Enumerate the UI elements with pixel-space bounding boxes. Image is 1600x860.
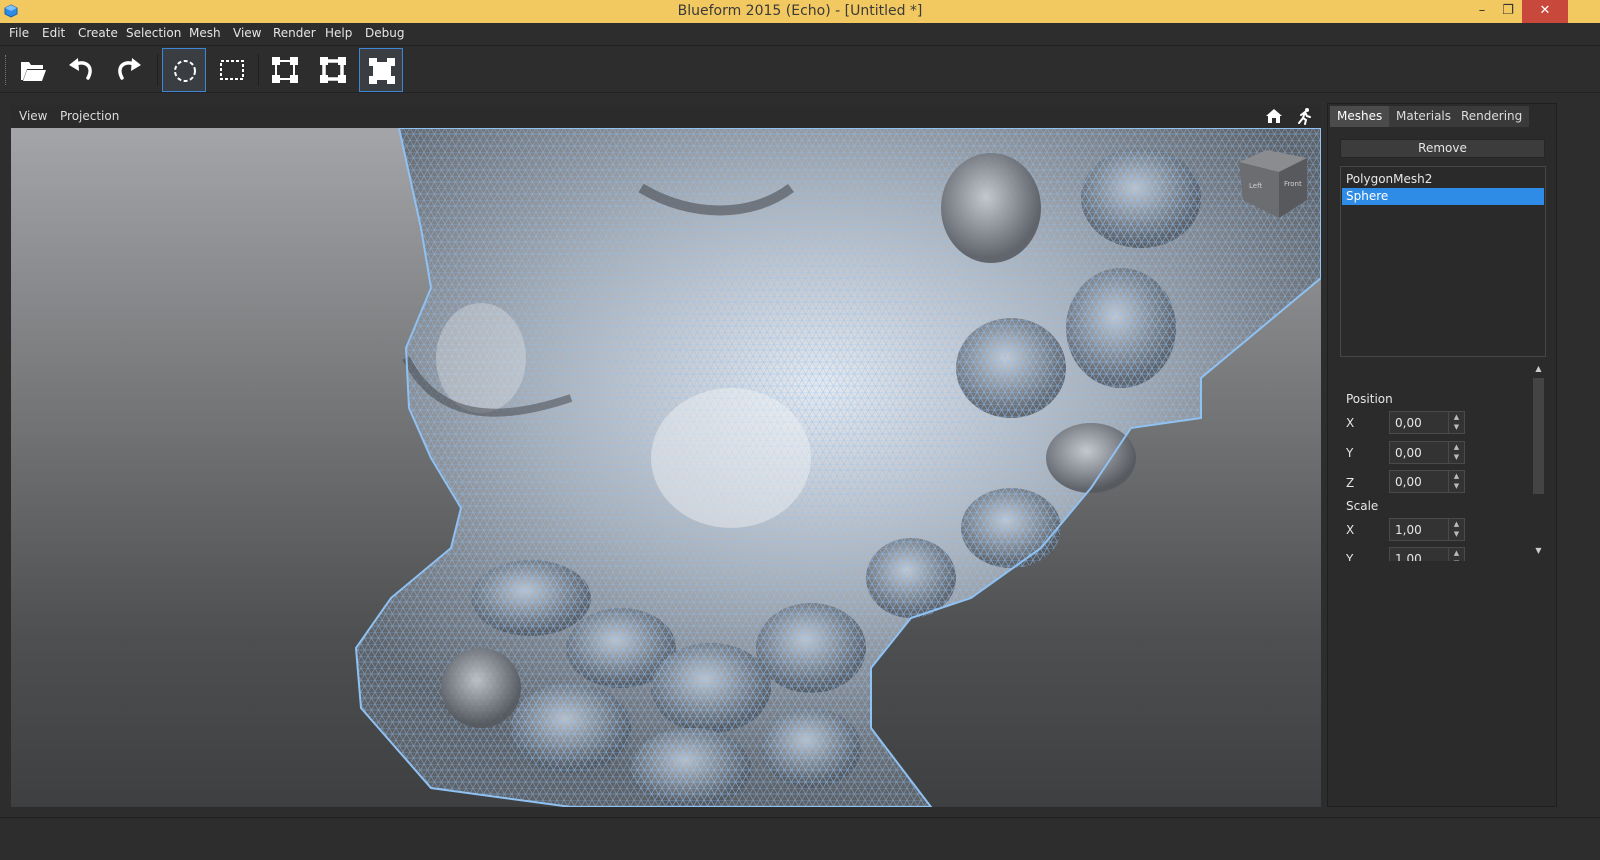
folder-icon: [21, 62, 46, 81]
position-z-value: 0,00: [1395, 475, 1422, 489]
properties-panel: Meshes Materials Rendering Remove Polygo…: [1327, 103, 1557, 807]
spin-arrows-icon[interactable]: ▲▼: [1448, 471, 1464, 492]
viewport-header: View Projection: [11, 105, 1321, 128]
main-toolbar: [0, 45, 1600, 93]
menu-file[interactable]: File: [9, 26, 29, 40]
viewport-menu-projection[interactable]: Projection: [60, 109, 119, 123]
home-icon[interactable]: [1265, 107, 1283, 125]
menu-view[interactable]: View: [233, 26, 261, 40]
vertex-mode-icon: [272, 57, 298, 83]
toolbar-grip[interactable]: [5, 55, 8, 85]
lasso-select-icon: [174, 60, 196, 82]
position-y-label: Y: [1346, 446, 1354, 460]
viewport-menu-view[interactable]: View: [19, 109, 47, 123]
scale-y-label: Y: [1346, 552, 1354, 561]
lasso-select-button[interactable]: [162, 48, 206, 92]
menu-create[interactable]: Create: [78, 26, 118, 40]
face-mode-icon: [369, 58, 395, 84]
menu-bar: File Edit Create Selection Mesh View Ren…: [0, 23, 1600, 45]
mesh-render: [354, 128, 1321, 807]
scale-x-spinbox[interactable]: 1,00 ▲ ▼: [1389, 518, 1465, 541]
title-bar: Blueform 2015 (Echo) - [Untitled *] – ❐ …: [0, 0, 1600, 23]
close-button[interactable]: ✕: [1522, 0, 1568, 23]
restore-button[interactable]: ❐: [1494, 0, 1522, 23]
menu-selection[interactable]: Selection: [126, 26, 181, 40]
position-x-value: 0,00: [1395, 416, 1422, 430]
tab-materials[interactable]: Materials: [1389, 106, 1459, 127]
menu-debug[interactable]: Debug: [365, 26, 404, 40]
scale-x-label: X: [1346, 523, 1355, 537]
position-x-spinbox[interactable]: 0,00 ▲ ▼: [1389, 411, 1465, 434]
edge-mode-icon: [320, 57, 346, 83]
tab-rendering[interactable]: Rendering: [1454, 106, 1530, 127]
properties-scrollbar[interactable]: ▲ ▼: [1532, 364, 1545, 560]
scroll-down-icon[interactable]: ▼: [1532, 546, 1545, 555]
redo-button[interactable]: [107, 48, 151, 92]
scale-x-value: 1,00: [1395, 523, 1422, 537]
menu-edit[interactable]: Edit: [42, 26, 65, 40]
scale-y-value: 1,00: [1395, 552, 1422, 561]
toolbar-separator: [258, 54, 259, 86]
menu-render[interactable]: Render: [273, 26, 316, 40]
spin-arrows-icon[interactable]: ▲▼: [1448, 412, 1464, 433]
scroll-up-icon[interactable]: ▲: [1532, 364, 1545, 373]
scrollbar-thumb[interactable]: [1533, 378, 1544, 494]
undo-button[interactable]: [59, 48, 103, 92]
scale-y-spinbox[interactable]: 1,00 ▲▼: [1389, 547, 1465, 561]
mesh-list[interactable]: PolygonMesh2 Sphere: [1340, 166, 1546, 357]
position-z-spinbox[interactable]: 0,00 ▲ ▼: [1389, 470, 1465, 493]
menu-mesh[interactable]: Mesh: [189, 26, 221, 40]
spin-arrows-icon[interactable]: ▲▼: [1448, 519, 1464, 540]
position-label: Position: [1346, 392, 1393, 406]
open-folder-button[interactable]: [11, 48, 55, 92]
window-title: Blueform 2015 (Echo) - [Untitled *]: [677, 3, 923, 19]
toolbar-separator: [157, 54, 158, 86]
vertex-mode-button[interactable]: [263, 48, 307, 92]
spin-arrows-icon[interactable]: ▲▼: [1448, 548, 1464, 561]
position-y-value: 0,00: [1395, 446, 1422, 460]
rectangle-select-button[interactable]: [210, 48, 254, 92]
list-item-sphere[interactable]: Sphere: [1342, 188, 1544, 205]
rectangle-select-icon: [220, 60, 244, 80]
list-item-polygonmesh2[interactable]: PolygonMesh2: [1342, 171, 1544, 188]
tab-meshes[interactable]: Meshes: [1330, 106, 1390, 127]
menu-help[interactable]: Help: [325, 26, 352, 40]
undo-icon: [69, 58, 92, 80]
edge-mode-button[interactable]: [311, 48, 355, 92]
position-y-spinbox[interactable]: 0,00 ▲ ▼: [1389, 441, 1465, 464]
view-cube-front-label: Front: [1284, 180, 1302, 188]
status-bar: [0, 817, 1600, 843]
view-cube[interactable]: Left Front: [1233, 146, 1313, 224]
position-z-label: Z: [1346, 476, 1355, 490]
scale-label: Scale: [1346, 499, 1379, 513]
minimize-button[interactable]: –: [1468, 0, 1496, 23]
walk-icon[interactable]: [1295, 107, 1313, 125]
transform-properties: Position X 0,00 ▲ ▼ Y 0,00 ▲ ▼ Z 0,00 ▲ ▼ S…: [1340, 366, 1546, 561]
position-x-label: X: [1346, 416, 1355, 430]
remove-button[interactable]: Remove: [1340, 139, 1545, 158]
redo-icon: [118, 58, 141, 80]
spin-arrows-icon[interactable]: ▲▼: [1448, 442, 1464, 463]
3d-viewport[interactable]: Left Front: [11, 128, 1321, 807]
view-cube-left-label: Left: [1249, 182, 1262, 190]
panel-tabs: Meshes Materials Rendering: [1328, 104, 1558, 128]
face-mode-button[interactable]: [359, 48, 403, 92]
